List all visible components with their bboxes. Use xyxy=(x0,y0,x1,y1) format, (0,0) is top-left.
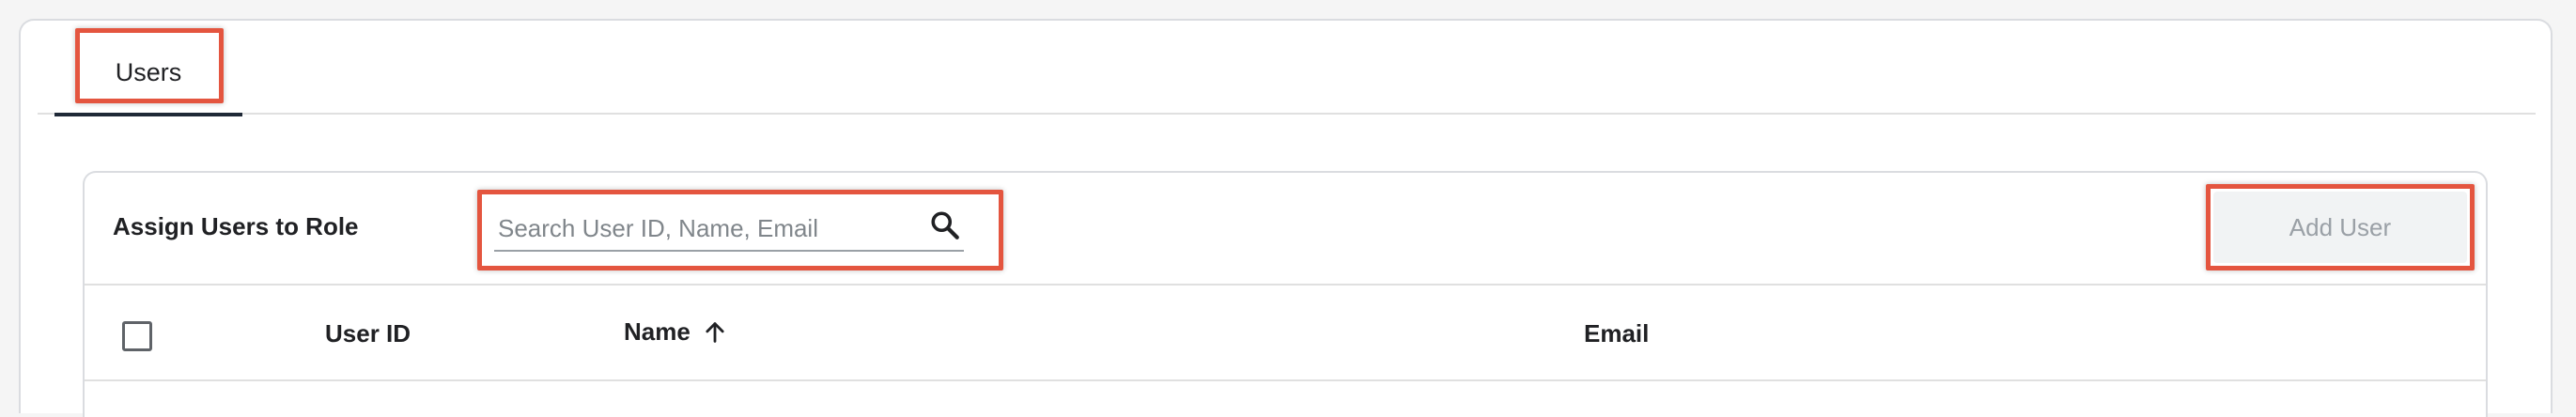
search-icon[interactable] xyxy=(928,208,962,242)
tab-bar: Users xyxy=(38,21,2536,116)
column-header-label: Name xyxy=(624,317,691,346)
assign-users-card: Assign Users to Role Add User User ID Na xyxy=(83,171,2488,417)
tab-users[interactable]: Users xyxy=(54,24,242,116)
tab-users-label: Users xyxy=(115,57,182,86)
column-header-label: Email xyxy=(1584,319,1650,348)
column-header-label: User ID xyxy=(325,319,411,348)
users-panel: Users Assign Users to Role Add User xyxy=(19,19,2553,417)
assign-users-toolbar: Assign Users to Role Add User xyxy=(85,173,2486,286)
column-header-user-id[interactable]: User ID xyxy=(325,319,411,348)
arrow-up-icon xyxy=(706,321,724,343)
column-header-name[interactable]: Name xyxy=(624,317,728,347)
table-header-row: User ID Name Email xyxy=(85,286,2486,381)
select-all-checkbox[interactable] xyxy=(122,321,152,351)
search-input[interactable] xyxy=(494,210,964,252)
active-tab-indicator xyxy=(54,113,242,116)
search-container xyxy=(477,190,1003,270)
assign-users-title: Assign Users to Role xyxy=(113,212,359,240)
add-user-button[interactable]: Add User xyxy=(2213,192,2467,263)
add-user-container: Add User xyxy=(2206,184,2475,270)
column-header-email[interactable]: Email xyxy=(1584,319,1649,348)
